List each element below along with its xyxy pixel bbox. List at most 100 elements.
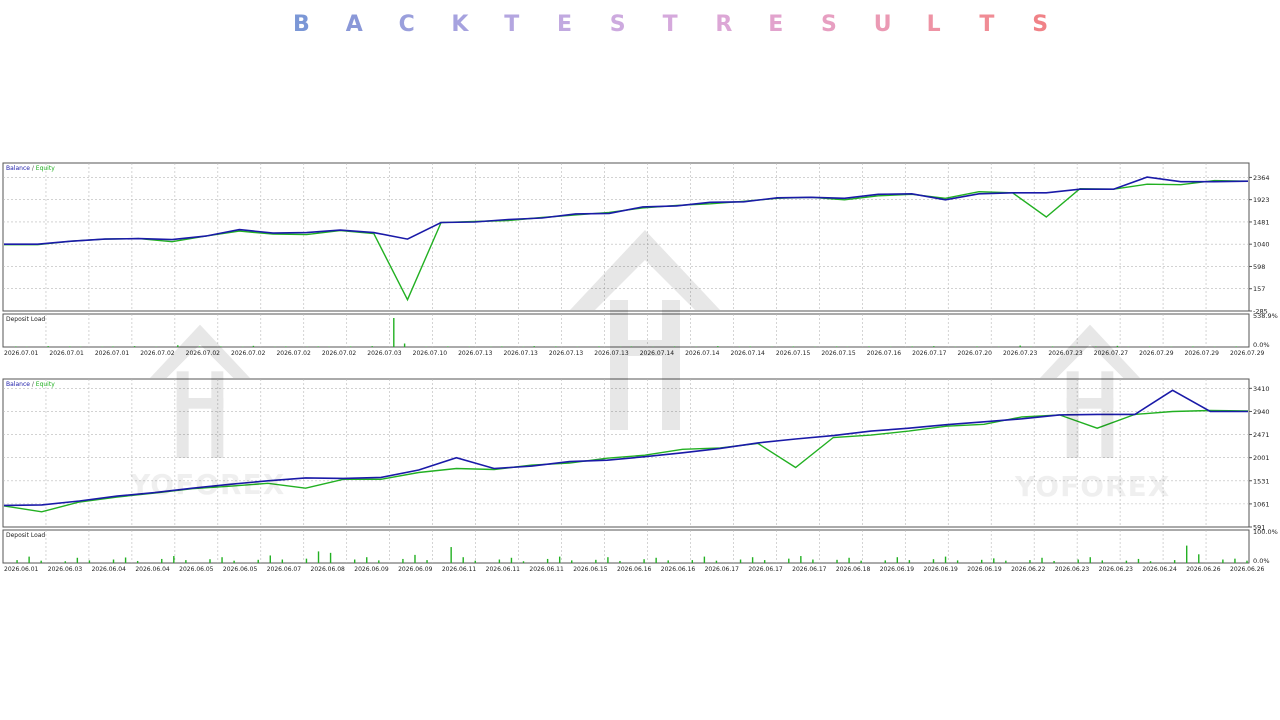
load-y-tick-label: 0.0%	[1253, 557, 1270, 565]
x-tick-label: 2026.07.10	[413, 350, 448, 357]
title-letter: T	[504, 12, 520, 37]
x-tick-label: 2026.06.18	[836, 566, 871, 573]
load-bar	[993, 558, 995, 563]
load-bar	[209, 559, 211, 563]
title-letter: R	[715, 12, 733, 37]
load-bar	[522, 561, 525, 563]
load-bar	[305, 558, 308, 563]
main-plot-frame	[2, 378, 1250, 528]
x-tick-label: 2026.07.15	[821, 350, 856, 357]
load-bar	[498, 559, 501, 563]
x-tick-label: 2026.06.26	[1186, 566, 1221, 573]
load-bar	[220, 346, 222, 347]
title-letter: K	[451, 12, 469, 37]
y-tick-label: 1531	[1253, 477, 1270, 485]
load-bar	[414, 554, 416, 563]
load-bar	[501, 346, 503, 347]
load-bar	[598, 346, 600, 347]
load-bar	[353, 559, 356, 563]
x-tick-label: 2026.07.02	[186, 350, 221, 357]
x-tick-label: 2026.07.29	[1230, 350, 1265, 357]
x-tick-label: 2026.07.02	[140, 350, 175, 357]
load-bar	[619, 560, 621, 563]
load-bar	[252, 345, 255, 347]
x-tick-label: 2026.06.03	[48, 566, 83, 573]
x-tick-label: 2026.07.13	[503, 350, 538, 357]
load-bar	[655, 557, 657, 563]
x-tick-label: 2026.07.20	[958, 350, 993, 357]
title-letter: U	[873, 12, 892, 37]
load-bar	[792, 346, 795, 347]
legend: Balance / Equity	[6, 165, 55, 172]
deposit-load-label: Deposit Load	[6, 316, 45, 323]
y-tick-label: 1061	[1253, 500, 1270, 508]
load-bar	[868, 346, 870, 347]
load-bar	[64, 561, 66, 563]
x-tick-label: 2026.06.11	[442, 566, 477, 573]
watermark-text-right: YOFOREX	[1015, 470, 1171, 503]
load-bar	[269, 555, 271, 563]
load-bar	[1186, 545, 1188, 563]
load-bar	[1149, 346, 1151, 347]
load-bar	[88, 560, 91, 563]
load-bar	[1235, 346, 1237, 347]
load-bar	[717, 346, 719, 347]
load-bar	[1173, 560, 1176, 563]
x-tick-label: 2026.06.09	[354, 566, 389, 573]
load-bar	[28, 556, 30, 563]
x-tick-label: 2026.07.16	[867, 350, 902, 357]
load-y-tick-label: 0.0%	[1253, 341, 1270, 349]
x-tick-label: 2026.06.17	[748, 566, 783, 573]
x-tick-label: 2026.07.14	[685, 350, 720, 357]
x-tick-label: 2026.06.16	[617, 566, 652, 573]
balance-equity-chart-july: 2364192314811040598157-285Balance / Equi…	[2, 162, 1278, 357]
load-bar	[198, 346, 201, 347]
legend-equity: Equity	[36, 381, 55, 388]
load-bar	[124, 557, 127, 563]
load-bar	[221, 557, 223, 563]
load-bar	[378, 560, 380, 563]
load-bar	[15, 346, 17, 347]
load-y-tick-label: 538.9%	[1253, 312, 1278, 320]
load-bar	[462, 557, 464, 563]
load-bar	[366, 557, 368, 563]
load-bar	[1041, 557, 1043, 563]
x-tick-label: 2026.06.08	[311, 566, 346, 573]
load-bar	[812, 559, 814, 563]
legend-equity: Equity	[36, 165, 55, 172]
load-bar	[630, 346, 633, 347]
load-bar	[1222, 559, 1224, 563]
x-tick-label: 2026.07.02	[322, 350, 357, 357]
title-letter: T	[979, 12, 995, 37]
y-tick-label: 2001	[1253, 454, 1270, 462]
load-bar	[944, 556, 947, 563]
load-bar	[691, 560, 694, 563]
load-bar	[571, 560, 573, 563]
load-bar	[1198, 554, 1200, 563]
load-bar	[1246, 560, 1248, 563]
x-tick-label: 2026.06.11	[529, 566, 564, 573]
load-bar	[393, 318, 395, 347]
load-bar	[233, 560, 235, 563]
y-tick-label: 157	[1253, 285, 1265, 293]
load-bar	[800, 556, 802, 563]
load-bar	[749, 346, 751, 347]
load-bar	[402, 558, 404, 563]
load-bar	[976, 346, 978, 347]
load-bar	[848, 557, 850, 563]
y-tick-label: 3410	[1253, 385, 1270, 393]
load-bar	[136, 560, 139, 563]
load-bar	[884, 560, 886, 563]
load-bar	[510, 557, 513, 563]
load-bar	[1053, 560, 1055, 563]
load-bar	[185, 560, 187, 563]
load-bar	[1116, 345, 1119, 347]
title-letter: S	[1032, 12, 1049, 37]
deposit-load-label: Deposit Load	[6, 532, 45, 539]
title-letter: E	[768, 12, 784, 37]
load-bar	[76, 557, 79, 563]
x-tick-label: 2026.07.13	[458, 350, 493, 357]
load-bar	[403, 343, 406, 347]
legend-balance: Balance	[6, 165, 30, 172]
load-bar	[667, 560, 669, 563]
